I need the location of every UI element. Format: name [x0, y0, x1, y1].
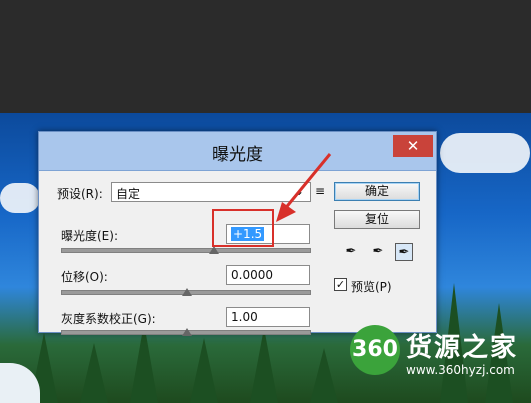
watermark-url: www.360hyzj.com — [406, 363, 515, 377]
white-eyedropper-icon[interactable]: ✒ — [395, 243, 413, 261]
offset-input[interactable]: 0.0000 — [226, 265, 310, 285]
exposure-label: 曝光度(E): — [61, 229, 118, 243]
gamma-label: 灰度系数校正(G): — [61, 312, 156, 326]
black-eyedropper-icon[interactable]: ✒ — [342, 243, 360, 261]
offset-label: 位移(O): — [61, 270, 108, 284]
gamma-input[interactable]: 1.00 — [226, 307, 310, 327]
gray-eyedropper-icon[interactable]: ✒ — [369, 243, 387, 261]
watermark-logo: 360 — [350, 325, 400, 375]
watermark-brand: 货源之家 — [406, 333, 519, 363]
offset-value: 0.0000 — [231, 268, 273, 282]
dark-background — [0, 0, 531, 113]
watermark: 360 货源之家 www.360hyzj.com — [350, 317, 531, 403]
preset-value: 自定 — [116, 187, 141, 201]
close-button[interactable]: ✕ — [393, 135, 433, 157]
preview-checkbox[interactable]: ✓ — [334, 278, 347, 291]
dialog-title-bar[interactable]: 曝光度 ✕ — [39, 132, 436, 171]
preview-label: 预览(P) — [351, 280, 392, 294]
highlight-box — [212, 209, 274, 247]
annotation-arrow — [276, 153, 332, 222]
dialog-title: 曝光度 — [212, 145, 263, 165]
exposure-slider-track[interactable] — [61, 248, 311, 253]
offset-slider-thumb[interactable] — [182, 288, 192, 296]
exposure-slider-thumb[interactable] — [209, 246, 219, 254]
preset-label: 预设(R): — [57, 187, 103, 201]
ok-button[interactable]: 确定 — [334, 182, 420, 201]
gamma-value: 1.00 — [231, 310, 258, 324]
gamma-slider-thumb[interactable] — [182, 328, 192, 336]
close-icon: ✕ — [406, 137, 420, 155]
reset-button[interactable]: 复位 — [334, 210, 420, 229]
